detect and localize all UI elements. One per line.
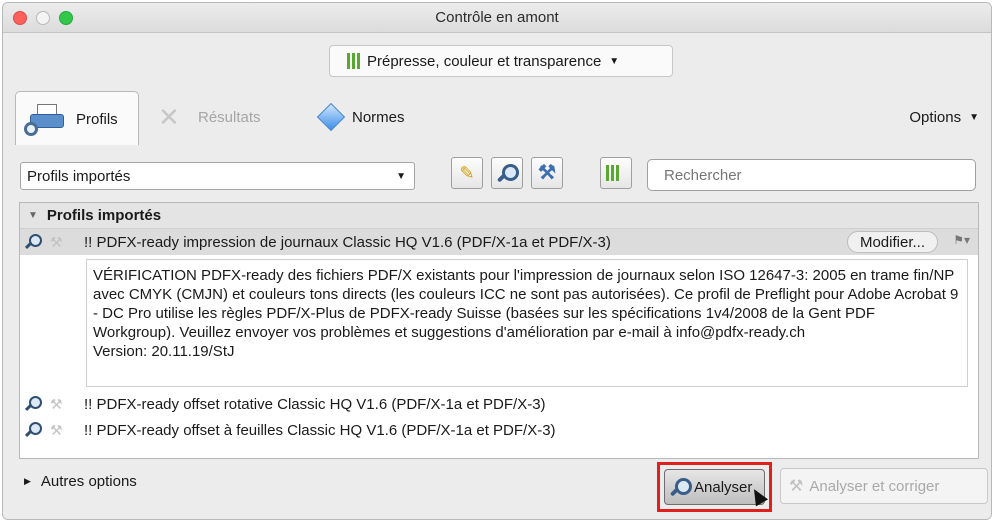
profile-filter-button[interactable] (600, 157, 632, 189)
tab-bar: Profils ✕ Résultats Normes Options ▼ (3, 91, 991, 147)
diamond-icon (316, 102, 346, 132)
magnifier-icon (671, 478, 692, 496)
list-item-selected[interactable]: ⚒ !! PDFX-ready impression de journaux C… (20, 229, 978, 255)
wrench-magnifier-icon: ⚒ (789, 478, 804, 495)
version-text: Version: 20.11.19/StJ (93, 343, 235, 360)
disclosure-triangle-icon: ▶ (24, 476, 31, 486)
tab-resultats-label: Résultats (198, 108, 261, 126)
edit-profile-button[interactable]: ✎ (451, 157, 483, 189)
paint-icon: ✎ (459, 162, 475, 183)
profile-name: !! PDFX-ready impression de journaux Cla… (84, 233, 611, 251)
tab-normes-label: Normes (352, 108, 405, 126)
description-text: VÉRIFICATION PDFX-ready des fichiers PDF… (93, 267, 959, 341)
magnifier-icon (498, 164, 519, 182)
disclosure-triangle-icon: ▼ (28, 210, 38, 221)
more-options-toggle[interactable]: ▶ Autres options (24, 473, 137, 490)
analyze-button[interactable]: Analyser (664, 469, 765, 505)
search-input[interactable] (647, 159, 976, 191)
color-bars-icon (606, 165, 619, 181)
tools-icon: ✕ (158, 102, 180, 132)
profile-list: ▼ Profils importés ⚒ !! PDFX-ready impre… (19, 202, 979, 459)
profile-description: VÉRIFICATION PDFX-ready des fichiers PDF… (86, 259, 968, 387)
magnifier-icon (26, 234, 42, 250)
tab-normes[interactable]: Normes (316, 91, 405, 143)
color-bars-icon (347, 53, 360, 69)
profile-category-label: Prépresse, couleur et transparence (367, 52, 602, 70)
chevron-down-icon: ▼ (969, 111, 979, 123)
profile-set-select[interactable]: Profils importés ▼ (20, 162, 415, 190)
profile-set-value: Profils importés (27, 167, 131, 185)
title-bar: Contrôle en amont (3, 3, 991, 33)
preflight-window: Contrôle en amont Prépresse, couleur et … (2, 2, 992, 520)
chevron-down-icon: ▼ (396, 171, 406, 182)
more-options-label: Autres options (40, 473, 137, 490)
tab-profils-label: Profils (76, 111, 118, 128)
window-title: Contrôle en amont (435, 9, 559, 26)
profile-group-title: Profils importés (46, 207, 162, 224)
options-label: Options (909, 108, 962, 126)
profile-category-dropdown[interactable]: Prépresse, couleur et transparence ▼ (329, 45, 673, 77)
wrench-icon: ⚒ (50, 395, 63, 412)
fixups-button[interactable]: ⚒ (531, 157, 563, 189)
flag-menu-icon[interactable]: ⚑▾ (953, 233, 970, 247)
wrench-icon: ⚒ (50, 233, 63, 250)
options-menu[interactable]: Options ▼ (909, 91, 979, 143)
profiles-panel: Profils importés ▼ ✎ ⚒ ▼ Profils importé… (3, 145, 991, 519)
analyze-label: Analyser (694, 478, 753, 496)
list-item[interactable]: ⚒ !! PDFX-ready offset rotative Classic … (20, 391, 978, 417)
analyze-and-fix-button[interactable]: ⚒ Analyser et corriger (780, 468, 988, 504)
list-item[interactable]: ⚒ !! PDFX-ready offset à feuilles Classi… (20, 417, 978, 443)
printer-magnifier-icon (24, 102, 70, 138)
wrench-icon: ⚒ (50, 421, 63, 438)
analyze-fix-label: Analyser et corriger (809, 477, 940, 495)
chevron-down-icon: ▼ (609, 55, 620, 67)
magnifier-icon (26, 396, 42, 412)
profile-name: !! PDFX-ready offset à feuilles Classic … (84, 421, 556, 439)
tab-resultats[interactable]: ✕ Résultats (158, 91, 261, 143)
tab-profils[interactable]: Profils (15, 91, 139, 147)
wrench-icon: ⚒ (538, 162, 556, 184)
magnifier-icon (26, 422, 42, 438)
profile-name: !! PDFX-ready offset rotative Classic HQ… (84, 395, 546, 413)
highlight-box: Analyser (657, 462, 772, 512)
modify-button[interactable]: Modifier... (846, 231, 938, 253)
profile-group-header[interactable]: ▼ Profils importés (20, 203, 978, 229)
single-check-button[interactable] (491, 157, 523, 189)
